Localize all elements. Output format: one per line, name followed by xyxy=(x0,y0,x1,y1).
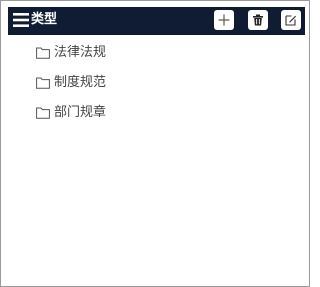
tree-item-label: 制度规范 xyxy=(54,75,107,90)
hamburger-menu-icon[interactable] xyxy=(13,12,29,28)
panel-header: 类型 xyxy=(8,7,305,35)
panel-title: 类型 xyxy=(31,12,58,27)
folder-icon xyxy=(36,107,50,119)
trash-icon xyxy=(253,14,263,26)
category-panel: 类型 法律法规 制度规范 部门规章 xyxy=(0,0,310,287)
folder-icon xyxy=(36,47,50,59)
tree-item-label: 法律法规 xyxy=(54,45,107,60)
delete-button[interactable] xyxy=(248,10,268,30)
edit-icon xyxy=(285,15,296,26)
add-button[interactable] xyxy=(214,10,234,30)
tree-item-label: 部门规章 xyxy=(54,105,107,120)
category-tree: 法律法规 制度规范 部门规章 xyxy=(36,43,106,133)
edit-button[interactable] xyxy=(281,10,301,30)
folder-icon xyxy=(36,77,50,89)
plus-icon xyxy=(218,14,230,26)
tree-item-department-rules[interactable]: 部门规章 xyxy=(36,103,106,123)
tree-item-regulations[interactable]: 制度规范 xyxy=(36,73,106,93)
tree-item-laws[interactable]: 法律法规 xyxy=(36,43,106,63)
